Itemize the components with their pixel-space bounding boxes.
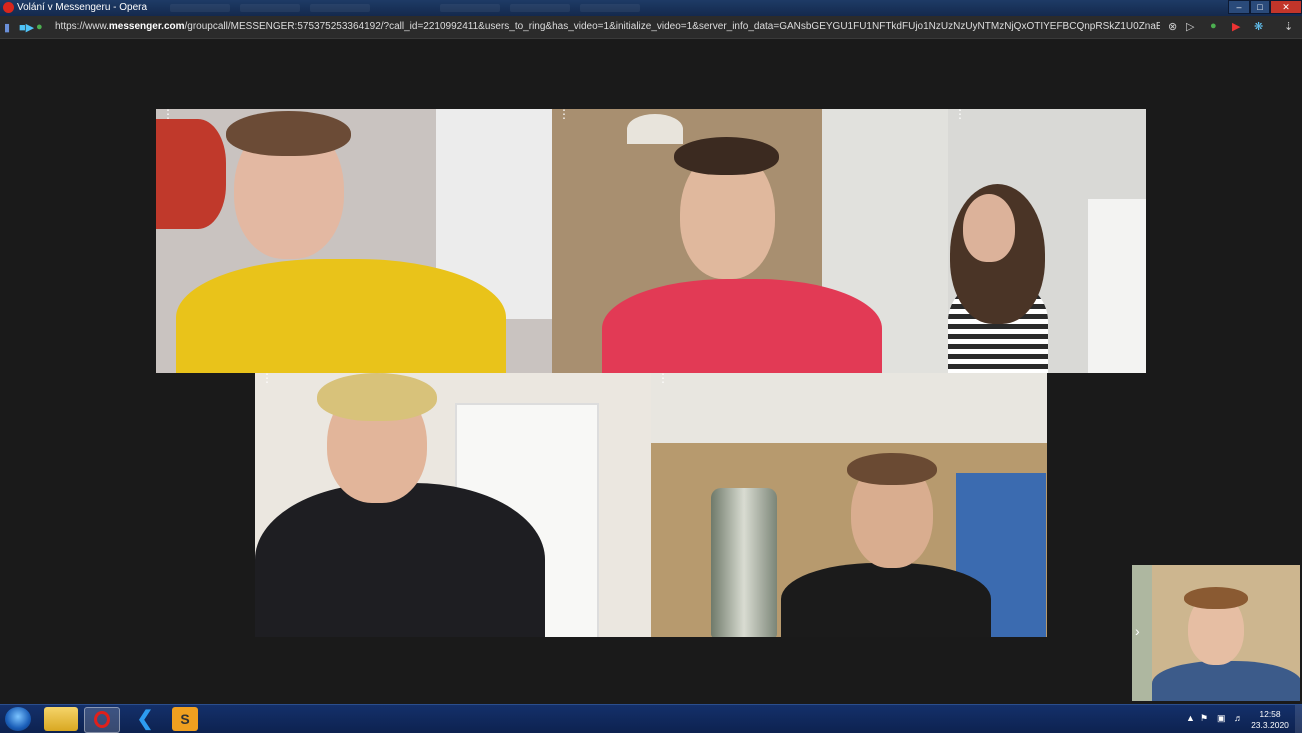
lamp-decoration: [627, 114, 683, 144]
self-view-video[interactable]: ›: [1132, 565, 1300, 701]
url-field[interactable]: https://www.messenger.com/groupcall/MESS…: [55, 21, 1160, 32]
beverage-can: [711, 488, 777, 637]
participant-hair: [674, 137, 779, 175]
cabinet-decoration: [1088, 199, 1146, 373]
url-domain: messenger.com: [108, 21, 185, 32]
opera-logo-icon: [3, 2, 14, 13]
file-explorer-icon[interactable]: [44, 707, 78, 731]
show-hidden-icons[interactable]: ▲: [1186, 713, 1195, 723]
opera-logo-icon: [94, 711, 110, 728]
taskbar: ❮ S ▲ ⚑ ▣ ♬ 12:58 23.3.2020: [0, 704, 1302, 733]
tile-options-icon[interactable]: ⋮: [657, 373, 669, 384]
url-prefix: https://www.: [55, 21, 109, 32]
participant-video-4[interactable]: ⋮: [255, 373, 651, 637]
tile-options-icon[interactable]: ⋮: [162, 109, 174, 120]
lock-icon[interactable]: ●: [36, 21, 43, 33]
participant-body: [255, 483, 545, 637]
participant-body: [176, 259, 506, 373]
tile-options-icon[interactable]: ⋮: [954, 109, 966, 120]
expand-chevron-icon[interactable]: ›: [1135, 623, 1140, 639]
participant-face: [963, 194, 1015, 262]
maximize-button[interactable]: □: [1250, 0, 1270, 14]
extension-icon[interactable]: ❋: [1254, 20, 1263, 33]
opera-taskbar-icon[interactable]: [84, 707, 120, 733]
clock-time: 12:58: [1259, 709, 1281, 719]
close-button[interactable]: ✕: [1270, 0, 1302, 14]
window-titlebar: Volání v Messengeru - Opera – □ ✕: [0, 0, 1302, 16]
address-bar: ▮ ■▶ ● https://www.messenger.com/groupca…: [0, 16, 1302, 39]
self-hair: [1184, 587, 1248, 609]
background-tab[interactable]: [510, 4, 570, 12]
minimize-button[interactable]: –: [1228, 0, 1250, 14]
camera-icon[interactable]: ■▶: [19, 21, 34, 34]
start-button[interactable]: [5, 707, 31, 731]
participant-hair: [847, 453, 937, 485]
window-title: Volání v Messengeru - Opera: [17, 2, 148, 13]
flag-icon[interactable]: ⚑: [1200, 713, 1208, 724]
participant-body: [602, 279, 882, 373]
participant-video-1[interactable]: ⋮: [156, 109, 552, 373]
network-icon[interactable]: ▣: [1217, 713, 1226, 724]
show-desktop-button[interactable]: [1295, 705, 1302, 733]
url-path: /groupcall/MESSENGER:575375253364192/?ca…: [184, 21, 1160, 32]
participant-hair: [317, 373, 437, 421]
tile-options-icon[interactable]: ⋮: [261, 373, 273, 384]
tile-options-icon[interactable]: ⋮: [558, 109, 570, 120]
participant-video-2[interactable]: ⋮: [552, 109, 948, 373]
ceiling-decoration: [651, 373, 1047, 443]
participant-video-3[interactable]: ⋮: [948, 109, 1146, 373]
volume-icon[interactable]: ♬: [1234, 713, 1243, 723]
background-tab[interactable]: [440, 4, 500, 12]
background-tab[interactable]: [240, 4, 300, 12]
player-icon[interactable]: ▶: [1232, 20, 1240, 33]
system-clock[interactable]: 12:58 23.3.2020: [1248, 709, 1292, 731]
poster-decoration: [156, 119, 226, 229]
participant-body: [781, 563, 991, 637]
clock-date: 23.3.2020: [1251, 720, 1289, 730]
background-tab[interactable]: [580, 4, 640, 12]
participant-video-5[interactable]: ⋮: [651, 373, 1047, 637]
sublime-text-icon[interactable]: S: [172, 707, 198, 731]
clear-url-icon[interactable]: ⊗: [1168, 20, 1177, 33]
download-icon[interactable]: ⇣: [1284, 20, 1293, 33]
send-icon[interactable]: ▷: [1186, 20, 1194, 33]
participant-hair: [226, 111, 351, 156]
vpn-icon[interactable]: ●: [1210, 20, 1217, 32]
tab-strip-icon[interactable]: ▮: [4, 21, 10, 34]
self-body: [1152, 661, 1300, 701]
background-tab[interactable]: [170, 4, 230, 12]
vscode-icon[interactable]: ❮: [128, 707, 162, 731]
background-tab[interactable]: [310, 4, 370, 12]
